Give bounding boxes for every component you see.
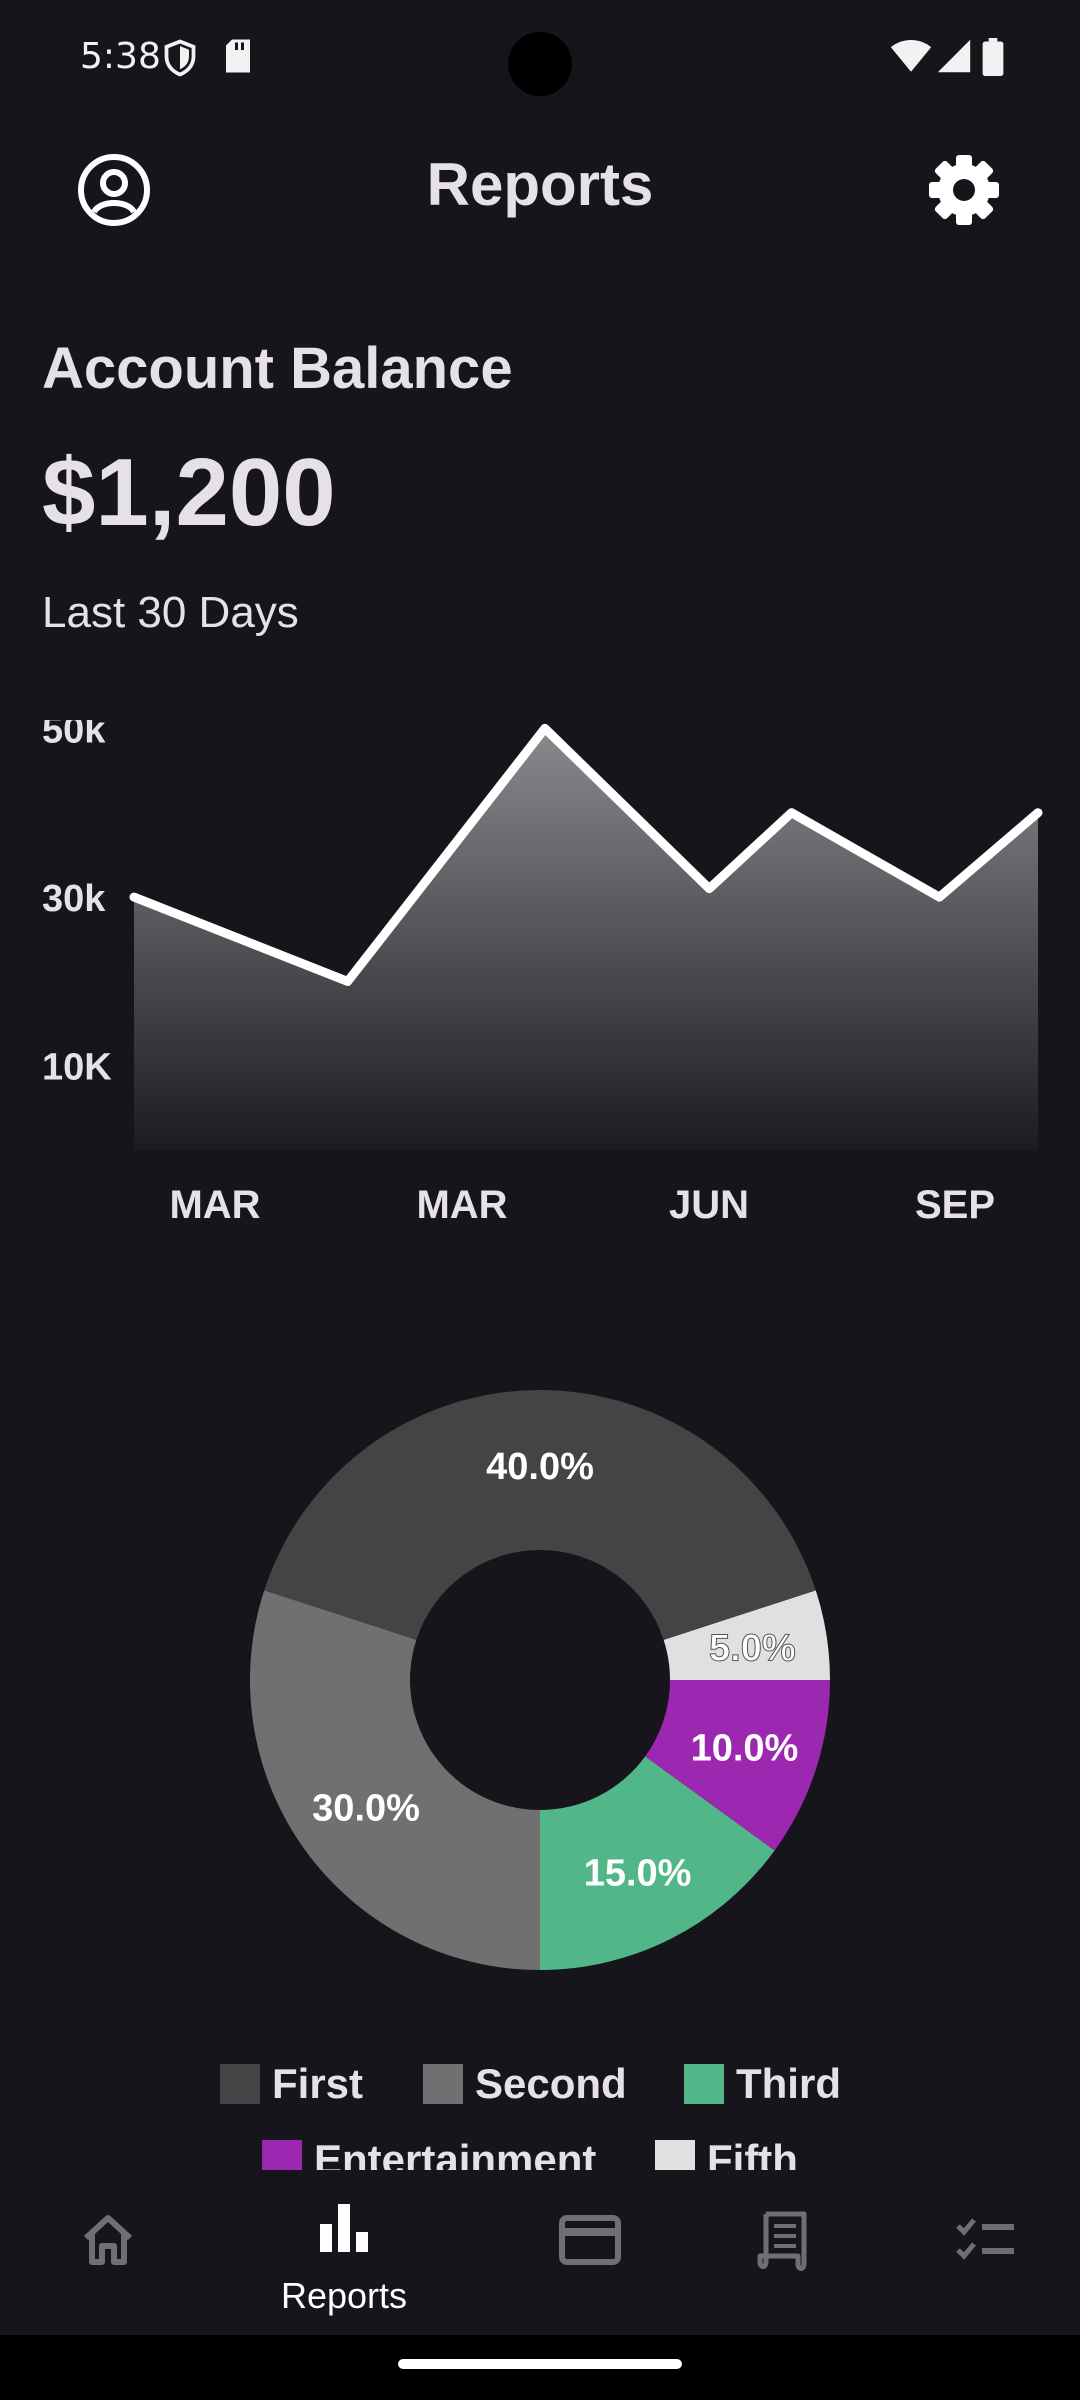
legend-item-first: First [220,2060,363,2108]
chart-legend: First Second Third Entertainment Fifth [0,2050,1080,2170]
legend-label: Third [736,2060,841,2107]
y-tick-label: 30k [42,878,106,920]
slice-label: 30.0% [312,1787,420,1829]
legend-swatch [220,2064,260,2104]
bar-chart-icon [320,2204,368,2252]
legend-swatch [655,2140,695,2170]
shield-icon [164,39,196,77]
receipt-icon [757,2211,807,2271]
area-fill [134,728,1038,1150]
nav-home[interactable] [0,2180,216,2335]
gesture-bar [0,2335,1080,2400]
settings-button[interactable] [924,150,1004,230]
slice-label: 5.0% [709,1627,796,1669]
y-tick-label: 10K [42,1047,112,1089]
legend-item-fifth: Fifth [655,2136,798,2170]
balance-value: $1,200 [42,439,336,546]
legend-item-third: Third [684,2060,841,2108]
x-tick-label: MAR [169,1183,260,1227]
y-tick-label: 50k [42,720,106,751]
legend-swatch [423,2064,463,2104]
legend-label: Entertainment [314,2136,597,2170]
slice-label: 40.0% [486,1446,594,1488]
category-donut-chart: 5.0% 40.0% 30.0% 15.0% 10.0% [249,1390,830,1970]
nav-receipts[interactable] [676,2180,892,2335]
x-tick-label: MAR [416,1183,507,1227]
credit-card-icon [559,2215,621,2265]
front-camera [508,32,572,96]
nav-reports-label: Reports [280,2275,408,2316]
nav-reports[interactable]: Reports [236,2180,452,2335]
balance-label: Account Balance [42,336,513,401]
checklist-icon [956,2218,1014,2260]
balance-area-chart: 50k 30k 10K MAR MAR JUN SEP [42,720,1043,1227]
gear-icon [929,155,999,225]
slice-label: 15.0% [584,1853,692,1895]
legend-label: First [272,2060,364,2107]
nav-cards[interactable] [480,2180,696,2335]
page-title: Reports [426,151,654,218]
x-tick-label: SEP [915,1183,995,1227]
period-label: Last 30 Days [42,588,299,637]
slice-label: 10.0% [691,1727,799,1769]
legend-label: Fifth [707,2136,798,2170]
home-gesture-handle[interactable] [398,2359,682,2369]
nav-tasks[interactable] [876,2180,1080,2335]
sd-card-icon [226,39,250,73]
battery-icon [982,38,1004,76]
legend-item-entertainment: Entertainment [262,2136,596,2170]
legend-item-second: Second [423,2060,627,2108]
status-time: 5:38 [80,36,161,77]
top-app-bar: Reports [0,130,1080,250]
home-icon [83,2215,133,2265]
bottom-navigation: Reports [0,2180,1080,2335]
donut-slice-second[interactable] [249,1590,540,1970]
status-bar: 5:38 [0,0,1080,120]
wifi-icon [890,40,932,72]
legend-swatch [684,2064,724,2104]
cellular-icon [937,39,971,73]
donut-slice-first[interactable] [264,1390,816,1640]
legend-swatch [262,2140,302,2170]
legend-label: Second [475,2060,627,2107]
x-tick-label: JUN [669,1183,749,1227]
